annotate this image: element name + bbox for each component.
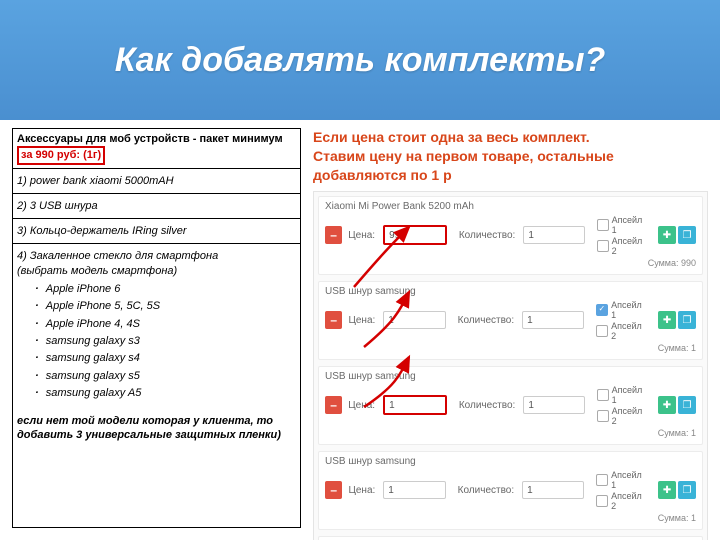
doc-note: если нет той модели которая у клиента, т… — [13, 409, 300, 448]
confirm-button[interactable]: ✚ — [658, 311, 676, 329]
copy-button[interactable]: ❐ — [678, 481, 696, 499]
upsell-2-checkbox[interactable]: Апсейл 2 — [597, 406, 648, 426]
caption-line: Ставим цену на первом товаре, остальные … — [313, 147, 708, 185]
list-item: Apple iPhone 4, 4S — [45, 317, 296, 331]
list-item: samsung galaxy s4 — [45, 351, 296, 365]
price-input[interactable]: 1 — [383, 395, 447, 415]
qty-input[interactable]: 1 — [523, 226, 585, 244]
price-input[interactable]: 990 — [383, 225, 447, 245]
upsell-1-checkbox[interactable]: Апсейл 1 — [597, 385, 648, 405]
card-sum: Сумма: 1 — [325, 428, 696, 438]
doc-row4-sub: (выбрать модель смартфона) — [17, 264, 296, 278]
price-input[interactable]: 1 — [383, 481, 445, 499]
upsell-2-checkbox[interactable]: Апсейл 2 — [596, 491, 648, 511]
doc-row: 3) Кольцо-держатель IRing silver — [13, 219, 300, 244]
price-label: Цена: — [348, 230, 375, 241]
order-item-card: Xiaomi Mi Power Bank 5200 mAh –Цена: 990 Ко… — [318, 196, 703, 275]
caption: Если цена стоит одна за весь комплект. С… — [313, 128, 708, 185]
page-title: Как добавлять комплекты? — [115, 41, 606, 80]
price-label: Цена: — [348, 400, 375, 411]
upsell-2-checkbox[interactable]: Апсейл 2 — [596, 321, 648, 341]
confirm-button[interactable]: ✚ — [658, 481, 676, 499]
upsell-group: Апсейл 1Апсейл 2 — [597, 385, 648, 426]
copy-button[interactable]: ❐ — [678, 396, 696, 414]
doc-row4-title: 4) Закаленное стекло для смартфона — [17, 249, 296, 263]
card-title: USB шнур samsung — [325, 286, 696, 297]
doc-row: 2) 3 USB шнура — [13, 194, 300, 219]
upsell-1-checkbox[interactable]: Апсейл 1 — [597, 215, 648, 235]
upsell-1-checkbox[interactable]: Апсейл 1 — [596, 470, 648, 490]
list-item: samsung galaxy A5 — [45, 386, 296, 400]
card-title: Xiaomi Mi Power Bank 5200 mAh — [325, 201, 696, 212]
confirm-button[interactable]: ✚ — [658, 226, 676, 244]
price-label: Цена: — [348, 315, 375, 326]
card-sum: Сумма: 1 — [325, 513, 696, 523]
list-item: Apple iPhone 6 — [45, 282, 296, 296]
upsell-group: Апсейл 1Апсейл 2 — [596, 300, 648, 341]
card-title: USB шнур samsung — [325, 371, 696, 382]
remove-button[interactable]: – — [325, 311, 342, 329]
upsell-group: Апсейл 1Апсейл 2 — [597, 215, 648, 256]
card-title: USB шнур samsung — [325, 456, 696, 467]
upsell-2-checkbox[interactable]: Апсейл 2 — [597, 236, 648, 256]
price-input[interactable]: 1 — [383, 311, 445, 329]
card-sum: Сумма: 990 — [325, 258, 696, 268]
doc-header-text: Аксессуары для моб устройств - пакет мин… — [17, 133, 283, 145]
doc-price-text: за 990 руб: (1г) — [21, 149, 101, 161]
upsell-1-checkbox[interactable]: Апсейл 1 — [596, 300, 648, 320]
qty-label: Количество: — [458, 485, 514, 496]
qty-input[interactable]: 1 — [522, 481, 584, 499]
order-item-card: USB шнур samsung –Цена: 1 Количество: 1 Апсей… — [318, 281, 703, 360]
order-item-card: USB шнур samsung –Цена: 1 Количество: 1 Апсей… — [318, 451, 703, 530]
list-item: Apple iPhone 5, 5С, 5S — [45, 299, 296, 313]
title-banner: Как добавлять комплекты? — [0, 0, 720, 120]
caption-line: Если цена стоит одна за весь комплект. — [313, 128, 708, 147]
confirm-button[interactable]: ✚ — [658, 396, 676, 414]
order-item-card: USB шнур samsung –Цена: 1 Количество: 1 Апсей… — [318, 366, 703, 445]
list-item: samsung galaxy s5 — [45, 369, 296, 383]
doc-price-highlight: за 990 руб: (1г) — [17, 146, 105, 164]
content-row: Аксессуары для моб устройств - пакет мин… — [0, 120, 720, 536]
upsell-group: Апсейл 1Апсейл 2 — [596, 470, 648, 511]
source-document: Аксессуары для моб устройств - пакет мин… — [12, 128, 301, 528]
remove-button[interactable]: – — [325, 396, 342, 414]
doc-row-4: 4) Закаленное стекло для смартфона (выбр… — [13, 244, 300, 409]
copy-button[interactable]: ❐ — [678, 311, 696, 329]
remove-button[interactable]: – — [325, 226, 342, 244]
right-panel: Если цена стоит одна за весь комплект. С… — [313, 128, 708, 528]
order-item-card: Кольцо-держатель IRing silver–Цена:1Коли… — [318, 536, 703, 540]
qty-label: Количество: — [459, 400, 515, 411]
order-items-panel: Xiaomi Mi Power Bank 5200 mAh–Цена:990Ко… — [313, 191, 708, 540]
doc-row4-list: Apple iPhone 6 Apple iPhone 5, 5С, 5S Ap… — [45, 282, 296, 400]
qty-input[interactable]: 1 — [522, 311, 584, 329]
doc-row: 1) power bank xiaomi 5000mAH — [13, 169, 300, 194]
list-item: samsung galaxy s3 — [45, 334, 296, 348]
qty-label: Количество: — [459, 230, 515, 241]
price-label: Цена: — [348, 485, 375, 496]
remove-button[interactable]: – — [325, 481, 342, 499]
doc-header: Аксессуары для моб устройств - пакет мин… — [13, 129, 300, 169]
qty-label: Количество: — [458, 315, 514, 326]
qty-input[interactable]: 1 — [523, 396, 585, 414]
card-sum: Сумма: 1 — [325, 343, 696, 353]
copy-button[interactable]: ❐ — [678, 226, 696, 244]
